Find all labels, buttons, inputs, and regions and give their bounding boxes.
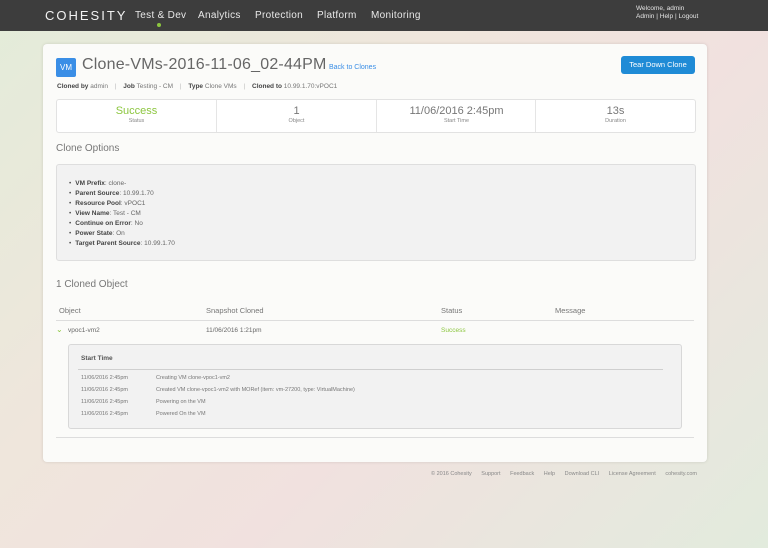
option-view-name: View Name: Test - CM	[69, 209, 175, 219]
footer-feedback-link[interactable]: Feedback	[510, 471, 534, 477]
clone-options-list: VM Prefix: clone- Parent Source: 10.99.1…	[69, 179, 175, 249]
nav-test-dev[interactable]: Test & Dev	[135, 10, 186, 21]
back-to-clones-link[interactable]: Back to Clones	[329, 64, 376, 71]
clone-meta: Cloned by admin | Job Testing - CM | Typ…	[57, 83, 338, 90]
summary-stats: Success Status 1 Object 11/06/2016 2:45p…	[56, 99, 696, 133]
clone-options-heading: Clone Options	[56, 143, 120, 154]
log-entry: 11/06/2016 2:45pm Created VM clone-vpoc1-…	[81, 387, 355, 393]
footer-copyright: © 2016 Cohesity	[431, 471, 472, 477]
nav-platform[interactable]: Platform	[317, 10, 357, 21]
help-link[interactable]: Help	[660, 13, 673, 20]
tear-down-clone-button[interactable]: Tear Down Clone	[621, 56, 695, 74]
cohesity-logo[interactable]: COHESITY	[45, 8, 127, 23]
welcome-text: Welcome, admin	[636, 5, 685, 12]
clone-options-box: VM Prefix: clone- Parent Source: 10.99.1…	[56, 164, 696, 261]
stat-object-label: Object	[288, 118, 305, 124]
footer-support-link[interactable]: Support	[481, 471, 500, 477]
cloned-by-label: Cloned by	[57, 83, 89, 90]
col-status[interactable]: Status	[441, 306, 462, 315]
job-label: Job	[123, 83, 135, 90]
log-divider	[78, 369, 663, 370]
progress-log: Start Time 11/06/2016 2:45pm Creating VM …	[68, 344, 682, 429]
cloned-objects-heading: 1 Cloned Object	[56, 279, 128, 290]
log-entry: 11/06/2016 2:45pm Powered On the VM	[81, 411, 206, 417]
footer-cohesity-link[interactable]: cohesity.com	[665, 471, 697, 477]
page-title: Clone-VMs-2016-11-06_02-44PM	[82, 56, 327, 73]
col-object[interactable]: Object	[59, 306, 81, 315]
stat-start-time: 11/06/2016 2:45pm Start Time	[376, 100, 536, 132]
option-resource-pool: Resource Pool: vPOC1	[69, 199, 175, 209]
stat-status: Success Status	[57, 100, 216, 132]
option-target-parent-source: Target Parent Source: 10.99.1.70	[69, 239, 175, 249]
table-row[interactable]: ⌄ vpoc1-vm2 11/06/2016 1:21pm Success	[56, 325, 694, 339]
stat-duration-value: 13s	[606, 105, 625, 117]
stat-status-value: Success	[115, 105, 158, 117]
top-nav-bar: COHESITY Test & Dev Analytics Protection…	[0, 0, 768, 31]
type-value: Clone VMs	[204, 83, 237, 90]
footer-help-link[interactable]: Help	[544, 471, 555, 477]
option-parent-source: Parent Source: 10.99.1.70	[69, 189, 175, 199]
log-entry: 11/06/2016 2:45pm Powering on the VM	[81, 399, 206, 405]
option-vm-prefix: VM Prefix: clone-	[69, 179, 175, 189]
chevron-down-icon[interactable]: ⌄	[56, 325, 63, 334]
active-nav-indicator	[157, 23, 161, 27]
footer-license-link[interactable]: License Agreement	[609, 471, 656, 477]
stat-duration-label: Duration	[605, 118, 626, 124]
row-status: Success	[441, 327, 466, 334]
nav-monitoring[interactable]: Monitoring	[371, 10, 421, 21]
stat-status-label: Status	[128, 118, 145, 124]
stat-object: 1 Object	[216, 100, 376, 132]
clone-detail-card: VM Clone-VMs-2016-11-06_02-44PM Back to …	[43, 44, 707, 462]
footer-download-cli-link[interactable]: Download CLI	[565, 471, 600, 477]
job-value: Testing - CM	[136, 83, 174, 90]
col-snapshot[interactable]: Snapshot Cloned	[206, 306, 264, 315]
row-object: vpoc1-vm2	[68, 327, 100, 334]
cloned-to-label: Cloned to	[252, 83, 282, 90]
admin-link[interactable]: Admin	[636, 13, 654, 20]
user-links: Admin | Help | Logout	[636, 13, 699, 20]
footer: © 2016 Cohesity Support Feedback Help Do…	[423, 471, 697, 477]
objects-table-header: Object Snapshot Cloned Status Message	[56, 306, 694, 321]
log-entry: 11/06/2016 2:45pm Creating VM clone-vpoc1…	[81, 375, 230, 381]
stat-duration: 13s Duration	[535, 100, 695, 132]
cloned-by-value: admin	[90, 83, 108, 90]
option-continue-on-error: Continue on Error: No	[69, 219, 175, 229]
type-label: Type	[188, 83, 204, 90]
nav-protection[interactable]: Protection	[255, 10, 303, 21]
nav-analytics[interactable]: Analytics	[198, 10, 241, 21]
table-bottom-divider	[56, 437, 694, 438]
row-snapshot: 11/06/2016 1:21pm	[206, 327, 262, 334]
logout-link[interactable]: Logout	[678, 13, 698, 20]
vm-icon: VM	[56, 58, 76, 77]
stat-object-value: 1	[293, 105, 300, 117]
cloned-to-value: 10.99.1.70:vPOC1	[283, 83, 338, 90]
option-power-state: Power State: On	[69, 229, 175, 239]
stat-start-time-value: 11/06/2016 2:45pm	[409, 105, 504, 117]
col-message[interactable]: Message	[555, 306, 585, 315]
stat-start-time-label: Start Time	[443, 118, 470, 124]
log-heading: Start Time	[81, 355, 113, 362]
